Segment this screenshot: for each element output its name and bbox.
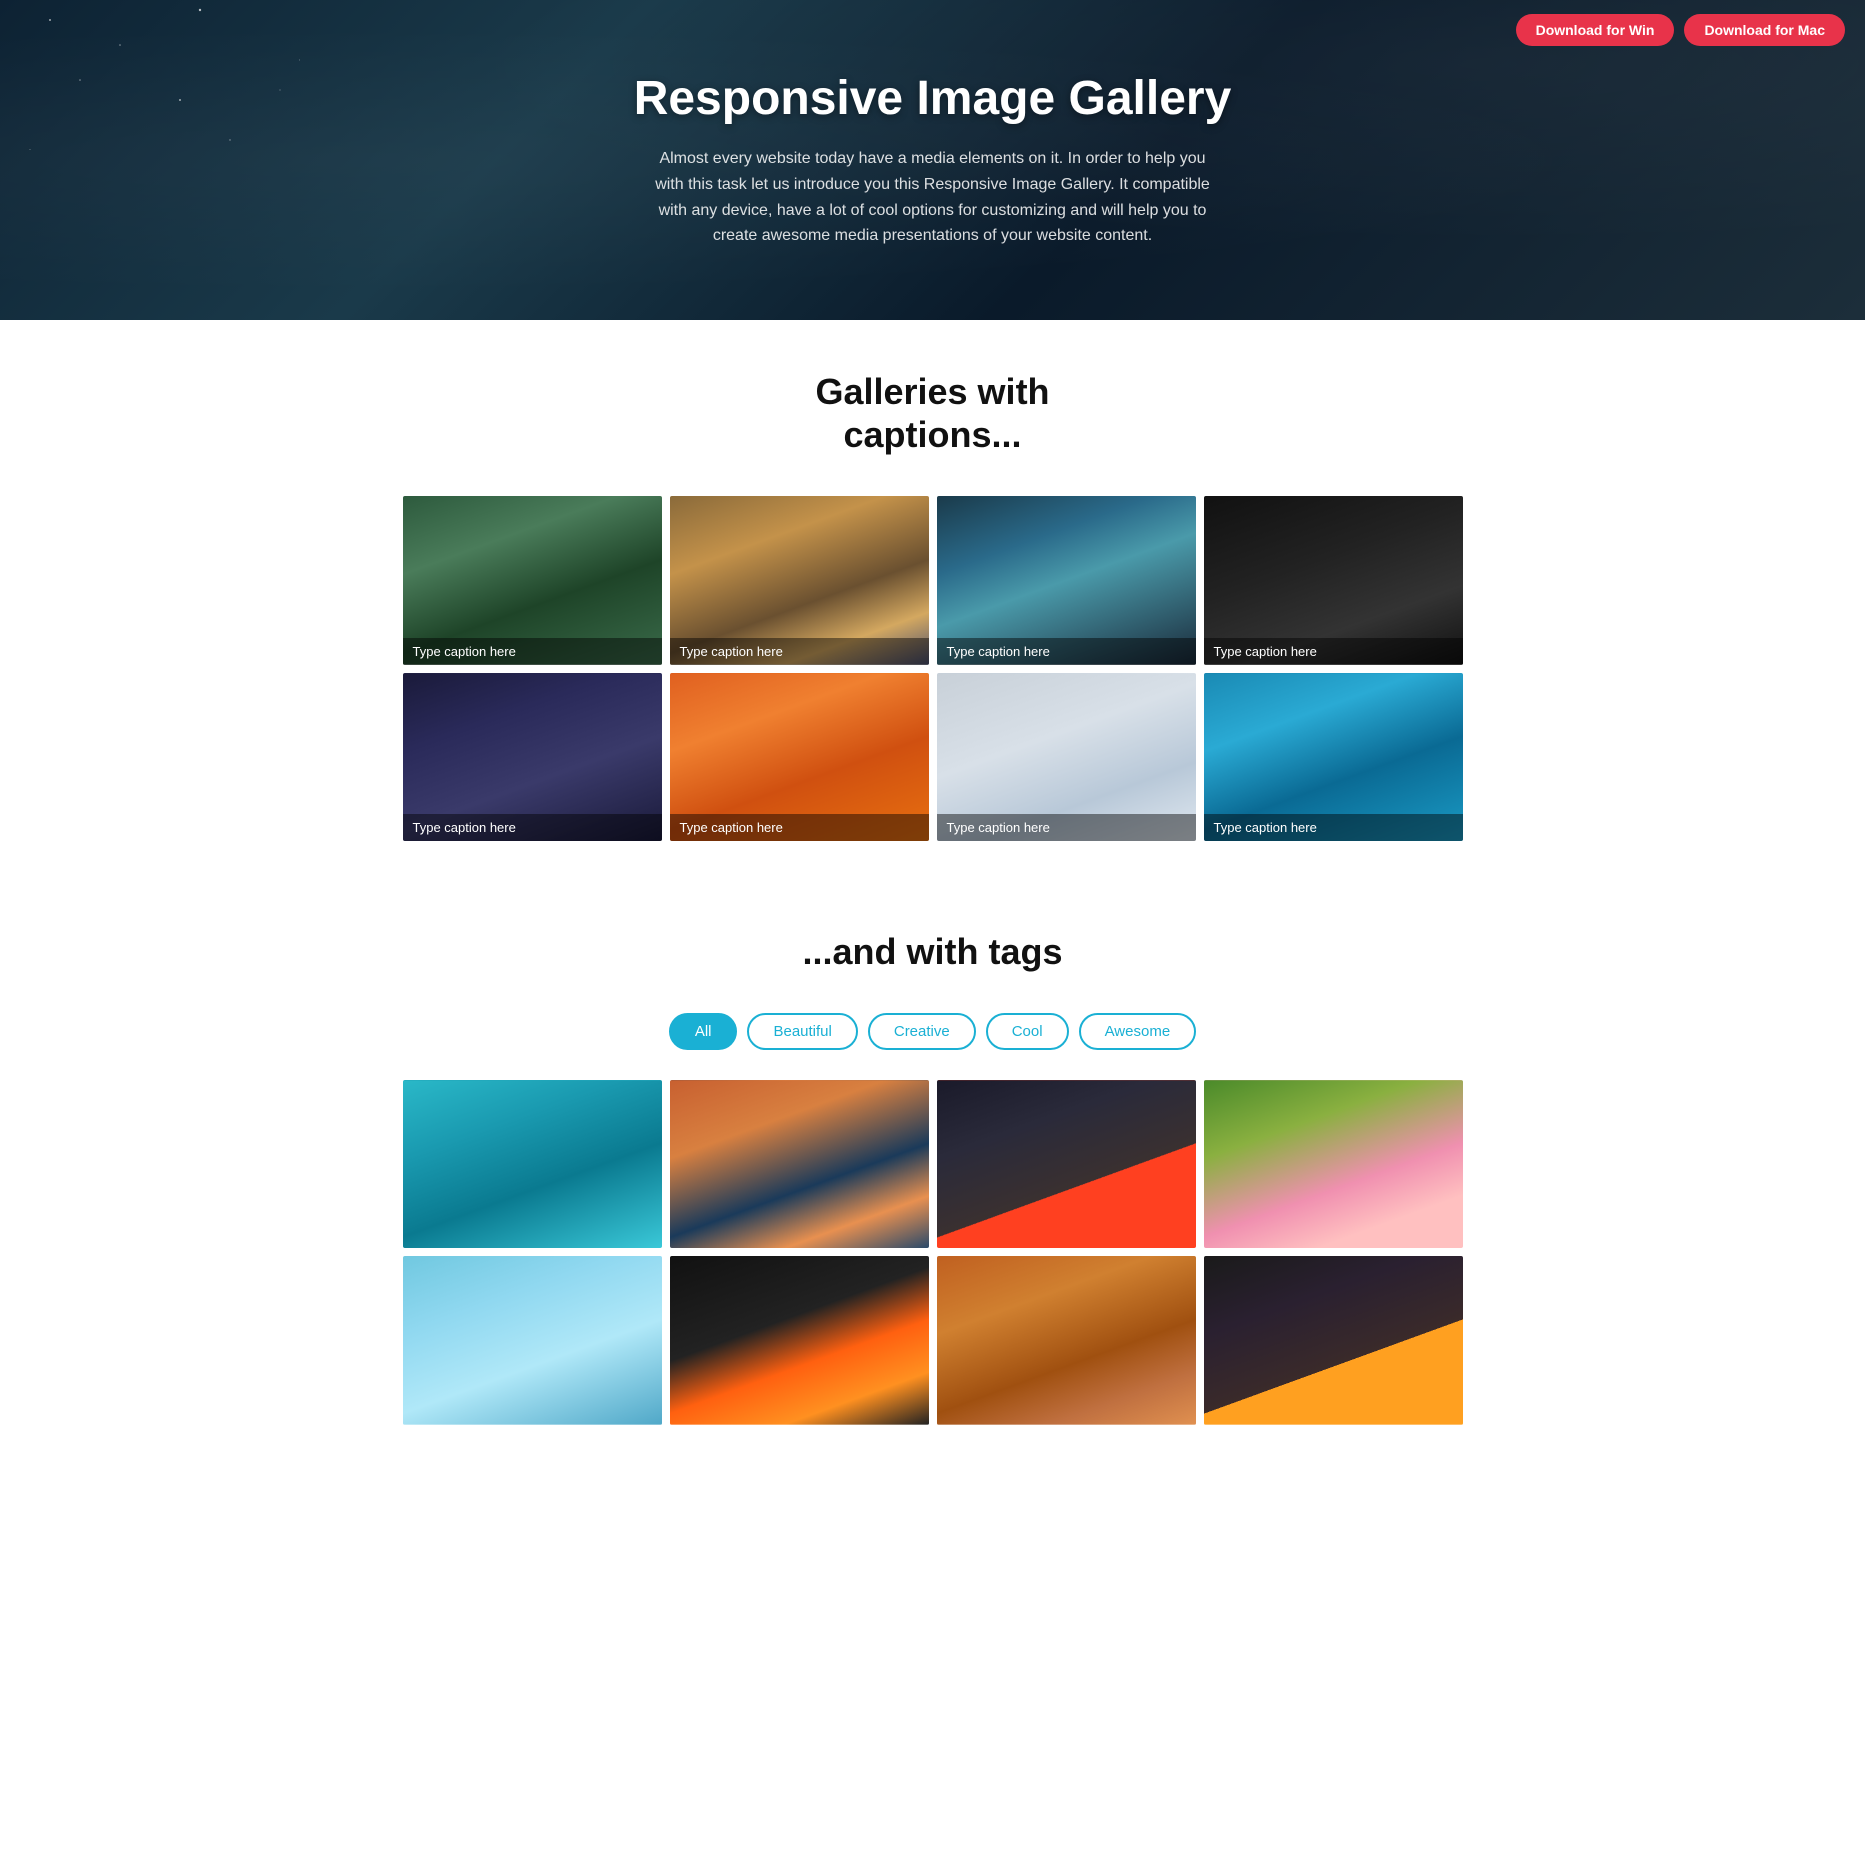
- tag-filter-creative[interactable]: Creative: [868, 1013, 976, 1050]
- gallery-item[interactable]: Type caption here: [1204, 496, 1463, 664]
- tag-filters: All Beautiful Creative Cool Awesome: [403, 1013, 1463, 1050]
- gallery-caption: Type caption here: [937, 638, 1196, 665]
- page-title: Responsive Image Gallery: [634, 71, 1232, 126]
- tags-section-title: ...and with tags: [403, 931, 1463, 973]
- tags-section: ...and with tags All Beautiful Creative …: [383, 881, 1483, 1465]
- tags-gallery-item[interactable]: [1204, 1256, 1463, 1424]
- tags-gallery-item[interactable]: [403, 1080, 662, 1248]
- gallery-item[interactable]: Type caption here: [937, 673, 1196, 841]
- tags-gallery-item[interactable]: [1204, 1080, 1463, 1248]
- gallery-item[interactable]: Type caption here: [670, 673, 929, 841]
- gallery-caption: Type caption here: [1204, 814, 1463, 841]
- gallery-item[interactable]: Type caption here: [403, 673, 662, 841]
- tag-filter-cool[interactable]: Cool: [986, 1013, 1069, 1050]
- gallery-caption: Type caption here: [403, 638, 662, 665]
- tags-gallery-item[interactable]: [937, 1256, 1196, 1424]
- gallery-caption: Type caption here: [1204, 638, 1463, 665]
- download-mac-button[interactable]: Download for Mac: [1684, 14, 1845, 46]
- tag-filter-all[interactable]: All: [669, 1013, 738, 1050]
- tag-filter-awesome[interactable]: Awesome: [1079, 1013, 1197, 1050]
- tag-filter-beautiful[interactable]: Beautiful: [747, 1013, 857, 1050]
- gallery-caption: Type caption here: [403, 814, 662, 841]
- captions-section-title: Galleries withcaptions...: [403, 370, 1463, 456]
- header-description: Almost every website today have a media …: [653, 146, 1213, 248]
- download-win-button[interactable]: Download for Win: [1516, 14, 1675, 46]
- gallery-item[interactable]: Type caption here: [403, 496, 662, 664]
- gallery-caption: Type caption here: [937, 814, 1196, 841]
- tags-gallery-item[interactable]: [670, 1256, 929, 1424]
- gallery-item[interactable]: Type caption here: [670, 496, 929, 664]
- tags-gallery-item[interactable]: [670, 1080, 929, 1248]
- tags-gallery-item[interactable]: [937, 1080, 1196, 1248]
- captions-section: Galleries withcaptions... Type caption h…: [383, 320, 1483, 881]
- tags-gallery-grid: [403, 1080, 1463, 1425]
- gallery-item[interactable]: Type caption here: [1204, 673, 1463, 841]
- tags-gallery-item[interactable]: [403, 1256, 662, 1424]
- header-nav: Download for Win Download for Mac: [1516, 14, 1845, 46]
- captions-gallery-grid: Type caption here Type caption here Type…: [403, 496, 1463, 841]
- gallery-caption: Type caption here: [670, 814, 929, 841]
- stars-decoration: [0, 0, 300, 150]
- gallery-item[interactable]: Type caption here: [937, 496, 1196, 664]
- page-header: Download for Win Download for Mac Respon…: [0, 0, 1865, 320]
- gallery-caption: Type caption here: [670, 638, 929, 665]
